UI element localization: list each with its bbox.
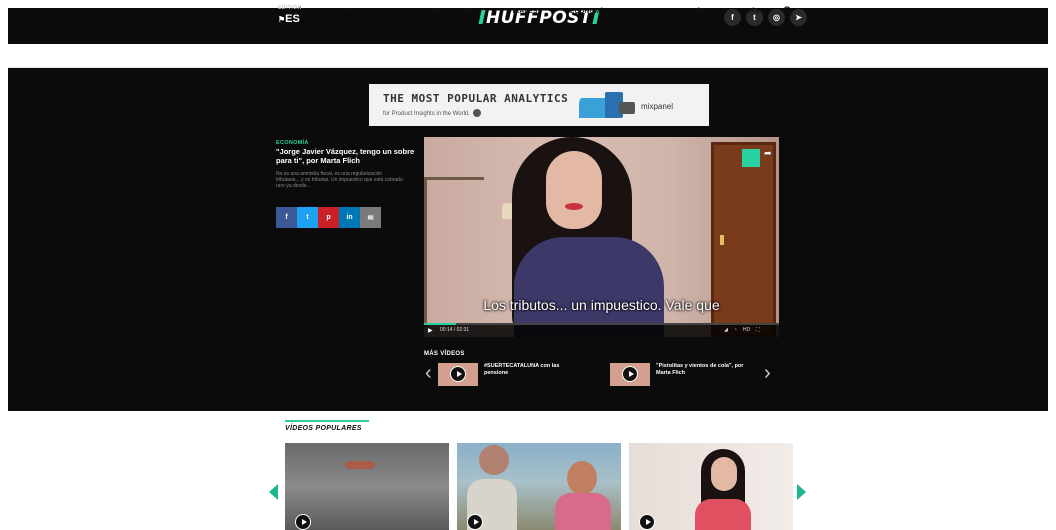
nav-item-economia[interactable]: ECONOMÍA bbox=[570, 8, 607, 15]
logo-bar-icon bbox=[478, 10, 486, 24]
nav-item-mas[interactable]: MÁS bbox=[745, 8, 760, 15]
nav-item-virales[interactable]: VIRALES bbox=[508, 8, 538, 15]
main-nav bbox=[8, 44, 1048, 68]
nav-item-video[interactable]: VÍDEO bbox=[693, 8, 714, 15]
linkedin-share-icon[interactable]: in bbox=[339, 207, 360, 228]
facebook-share-icon[interactable]: f bbox=[276, 207, 297, 228]
carousel-next-icon[interactable]: › bbox=[764, 362, 771, 385]
popular-videos-heading: VÍDEOS POPULARES bbox=[285, 425, 362, 432]
man-face bbox=[479, 445, 509, 475]
video-time: 00:14 / 02:31 bbox=[440, 327, 470, 333]
share-arrow-icon[interactable]: ➦ bbox=[764, 148, 772, 159]
presenter-body bbox=[514, 237, 664, 337]
device-illustration-icon bbox=[579, 92, 635, 118]
nav-item-internacional[interactable]: INTERNACIONAL bbox=[421, 8, 477, 15]
popular-next-icon[interactable] bbox=[797, 484, 806, 500]
story-category[interactable]: ECONOMÍA bbox=[276, 140, 309, 146]
video-player[interactable]: ➦ Los tributos... un impuestico. Vale qu… bbox=[424, 137, 779, 337]
settings-icon[interactable]: ◔ bbox=[734, 327, 737, 333]
search-icon[interactable] bbox=[783, 5, 793, 17]
facebook-icon[interactable]: f bbox=[724, 9, 741, 26]
popular-video-card-2[interactable] bbox=[457, 443, 621, 530]
woman-top bbox=[695, 499, 751, 530]
more-video-caption-2[interactable]: "Pistolitas y vientos de cola", por Mart… bbox=[656, 363, 746, 376]
woman-face bbox=[711, 457, 737, 491]
twitter-share-icon[interactable]: t bbox=[297, 207, 318, 228]
fire-glow bbox=[345, 461, 375, 469]
ad-banner[interactable]: THE MOST POPULAR ANALYTICS for Product I… bbox=[369, 84, 709, 126]
social-links: f t ◎ ➤ bbox=[724, 9, 807, 26]
nav-item-blogs[interactable]: BLOGS bbox=[640, 8, 664, 15]
more-video-thumb-2[interactable] bbox=[610, 363, 650, 386]
ad-subline: for Product Insights in the World. bbox=[383, 109, 481, 117]
presenter-face bbox=[546, 151, 602, 229]
story-title[interactable]: "Jorge Javier Vázquez, tengo un sobre pa… bbox=[276, 147, 416, 165]
quality-label[interactable]: HD bbox=[743, 327, 750, 333]
arrow-icon bbox=[472, 109, 481, 117]
ad-subtext: for Product Insights in the World. bbox=[383, 111, 470, 117]
presenter-lips bbox=[565, 203, 583, 210]
ad-brand: mixpanel bbox=[641, 102, 674, 111]
more-videos-label: MÁS VÍDEOS bbox=[424, 351, 465, 357]
nav-item-politica[interactable]: POLÍTICA bbox=[285, 8, 317, 15]
progress-fill bbox=[424, 323, 456, 325]
play-icon bbox=[295, 514, 311, 530]
door-knob bbox=[720, 235, 724, 245]
progress-track[interactable] bbox=[424, 323, 779, 325]
carousel-prev-icon[interactable]: ‹ bbox=[425, 362, 432, 385]
play-icon[interactable]: ▶ bbox=[428, 327, 433, 334]
email-share-icon[interactable]: ✉ bbox=[360, 207, 381, 228]
play-icon bbox=[622, 366, 638, 382]
woman-head bbox=[567, 461, 597, 495]
player-right-controls: ◢ ◔ HD ⛶ bbox=[724, 327, 760, 333]
play-icon bbox=[450, 366, 466, 382]
video-subtitle: Los tributos... un impuestico. Vale que bbox=[483, 297, 720, 313]
nav-item-tendencias[interactable]: TENDENCIAS bbox=[345, 8, 389, 15]
popular-heading-underline bbox=[285, 420, 369, 422]
more-video-caption-1[interactable]: #SUERTECATALUNA con las pensione bbox=[484, 363, 574, 376]
pinterest-share-icon[interactable]: p bbox=[318, 207, 339, 228]
play-icon bbox=[467, 514, 483, 530]
popular-prev-icon[interactable] bbox=[269, 484, 278, 500]
ad-headline: THE MOST POPULAR ANALYTICS bbox=[383, 92, 569, 105]
page: EDITION ⚑ES HUFFPOST f t ◎ ➤ POLÍTICA TE… bbox=[0, 0, 1056, 530]
play-icon bbox=[639, 514, 655, 530]
story-description: No es una amnistía fiscal, es una regula… bbox=[276, 171, 403, 189]
popular-video-card-3[interactable] bbox=[629, 443, 793, 530]
woman-body bbox=[555, 493, 611, 530]
popular-video-card-1[interactable] bbox=[285, 443, 449, 530]
fullscreen-icon[interactable]: ⛶ bbox=[756, 327, 760, 333]
huffpost-badge-icon bbox=[742, 149, 760, 167]
more-video-thumb-1[interactable] bbox=[438, 363, 478, 386]
share-buttons: f t p in ✉ bbox=[276, 207, 381, 228]
volume-icon[interactable]: ◢ bbox=[724, 327, 728, 333]
